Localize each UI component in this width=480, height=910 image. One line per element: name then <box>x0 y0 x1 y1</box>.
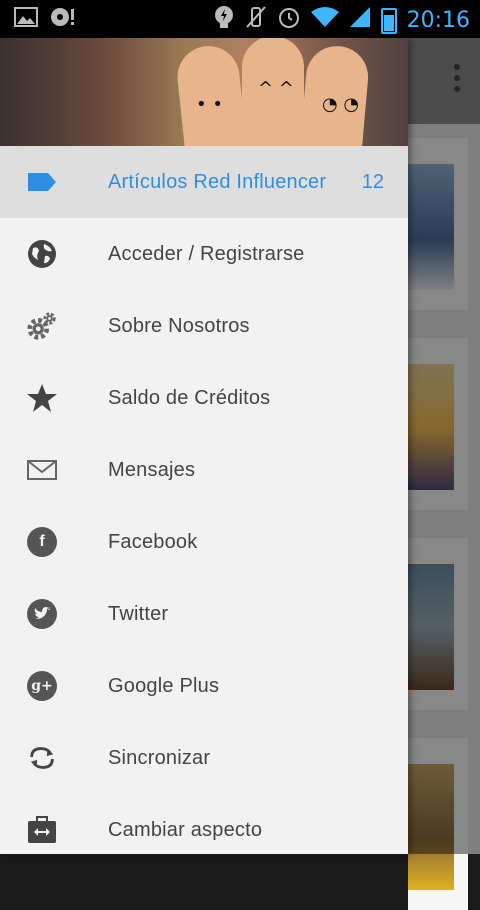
menu-item-label: Twitter <box>108 602 169 625</box>
menu-item-label: Sobre Nosotros <box>108 314 250 337</box>
facebook-icon: f <box>26 526 58 558</box>
menu-item-cambiar-aspecto[interactable]: Cambiar aspecto <box>0 794 408 866</box>
bulb-icon <box>213 5 235 36</box>
clock: 20:16 <box>406 8 470 33</box>
image-notification-icon <box>14 7 38 34</box>
menu-item-mensajes[interactable]: Mensajes <box>0 434 408 506</box>
twitter-icon <box>26 598 58 630</box>
vibrate-off-icon <box>245 5 267 36</box>
menu-item-articulos[interactable]: Artículos Red Influencer 12 <box>0 146 408 218</box>
menu-item-label: Acceder / Registrarse <box>108 242 305 265</box>
switch-view-icon <box>26 814 58 846</box>
google-plus-icon: g+ <box>26 670 58 702</box>
menu-item-google-plus[interactable]: g+ Google Plus <box>0 650 408 722</box>
menu-item-acceder[interactable]: Acceder / Registrarse <box>0 218 408 290</box>
menu-item-saldo-creditos[interactable]: Saldo de Créditos <box>0 362 408 434</box>
drawer-menu: Artículos Red Influencer 12 Acceder / Re… <box>0 146 408 866</box>
drawer-header-image: • • ^ ^ ◔ ◔ <box>0 38 408 146</box>
status-bar: 20:16 <box>0 0 480 38</box>
label-tag-icon <box>26 166 58 198</box>
star-icon <box>26 382 58 414</box>
menu-item-label: Facebook <box>108 530 198 553</box>
sync-icon <box>26 742 58 774</box>
globe-icon <box>26 238 58 270</box>
menu-item-label: Mensajes <box>108 458 196 481</box>
menu-item-label: Saldo de Créditos <box>108 386 271 409</box>
menu-item-label: Sincronizar <box>108 746 211 769</box>
gears-icon <box>26 310 58 342</box>
envelope-icon <box>26 454 58 486</box>
menu-item-facebook[interactable]: f Facebook <box>0 506 408 578</box>
menu-item-sobre-nosotros[interactable]: Sobre Nosotros <box>0 290 408 362</box>
menu-item-twitter[interactable]: Twitter <box>0 578 408 650</box>
menu-item-sincronizar[interactable]: Sincronizar <box>0 722 408 794</box>
navigation-drawer: • • ^ ^ ◔ ◔ Artículos Red Influencer 12 … <box>0 38 408 854</box>
signal-icon <box>349 6 371 35</box>
menu-item-label: Google Plus <box>108 674 220 697</box>
alarm-icon <box>277 5 301 36</box>
battery-icon <box>380 7 397 34</box>
wifi-icon <box>310 6 339 35</box>
menu-item-label: Cambiar aspecto <box>108 818 263 841</box>
menu-item-label: Artículos Red Influencer <box>108 170 327 193</box>
disc-alert-icon <box>50 6 76 35</box>
article-count-badge: 12 <box>361 170 384 193</box>
